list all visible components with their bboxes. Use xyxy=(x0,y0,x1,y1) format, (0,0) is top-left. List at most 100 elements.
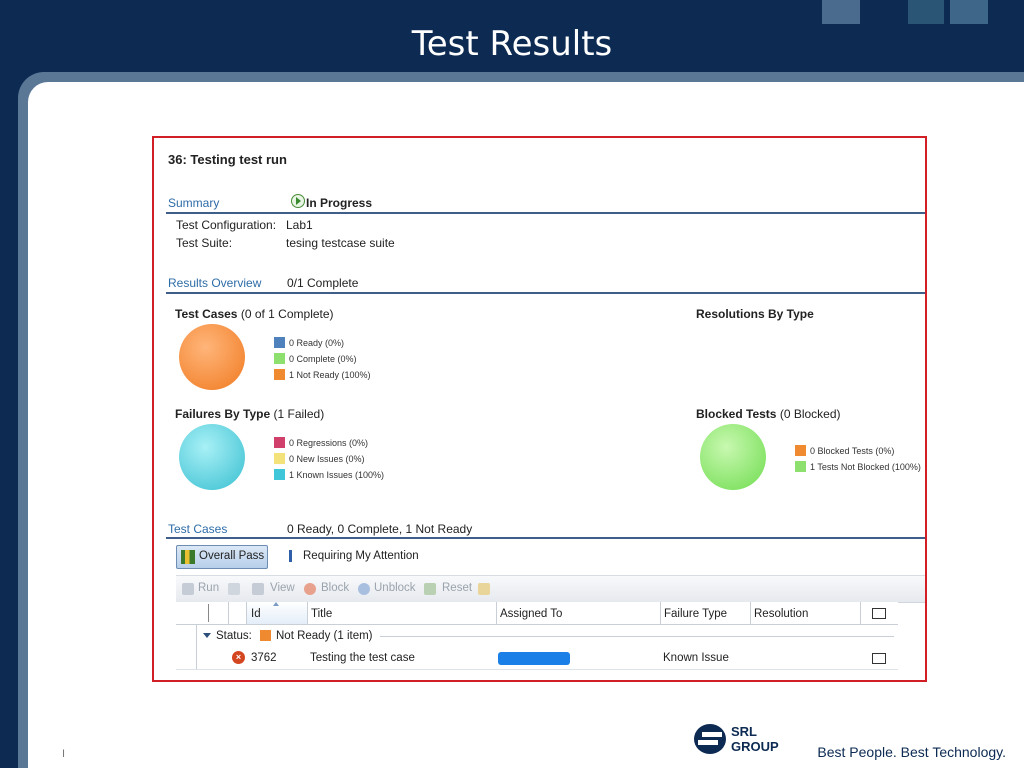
col-divider xyxy=(860,602,861,624)
srl-logo-stripe xyxy=(698,740,718,745)
results-overview-label: Results Overview xyxy=(168,276,262,290)
srl-logo-stripe xyxy=(702,732,722,737)
failures-pie xyxy=(179,424,245,490)
col-divider xyxy=(496,602,497,624)
legend-swatch-complete xyxy=(274,353,285,364)
summary-section-label: Summary xyxy=(168,196,220,210)
col-header-resolution[interactable]: Resolution xyxy=(754,608,808,620)
run-title: 36: Testing test run xyxy=(168,152,287,167)
failures-chart-subtitle: (1 Failed) xyxy=(273,407,325,421)
row-header-divider xyxy=(196,625,197,647)
in-progress-icon xyxy=(291,194,305,208)
config-value: Lab1 xyxy=(286,218,313,232)
group-status-value: Not Ready (1 item) xyxy=(276,630,373,642)
redacted-assignee xyxy=(498,652,570,665)
attention-icon xyxy=(289,550,292,562)
col-divider xyxy=(750,602,751,624)
col-header-assigned-to[interactable]: Assigned To xyxy=(500,608,562,620)
group-status-label: Status: xyxy=(216,630,252,642)
col-header-id[interactable]: Id xyxy=(251,608,261,620)
legend-not-blocked: 1 Tests Not Blocked (100%) xyxy=(810,462,921,472)
column-chooser-icon[interactable] xyxy=(872,608,886,619)
test-run-screenshot: 36: Testing test run Summary In Progress… xyxy=(152,136,927,682)
logo-line2: GROUP xyxy=(731,739,779,754)
test-cases-chart-title: Test Cases xyxy=(175,307,238,321)
grid-header: Id Title Assigned To Failure Type Resolu… xyxy=(176,602,898,625)
overall-pass-icon xyxy=(181,550,195,564)
legend-complete: 0 Complete (0%) xyxy=(289,354,357,364)
not-ready-status-icon xyxy=(260,630,271,641)
requiring-attention-filter[interactable]: Requiring My Attention xyxy=(303,550,419,562)
legend-not-ready: 1 Not Ready (100%) xyxy=(289,370,371,380)
results-overview-divider xyxy=(166,292,925,294)
group-separator-line xyxy=(380,636,894,637)
run-icon xyxy=(182,583,194,595)
legend-known-issues: 1 Known Issues (100%) xyxy=(289,470,385,480)
collapse-group-icon[interactable] xyxy=(203,633,211,638)
suite-label: Test Suite: xyxy=(176,236,233,250)
run-options-icon[interactable] xyxy=(228,583,240,595)
test-cases-section-value: 0 Ready, 0 Complete, 1 Not Ready xyxy=(287,522,473,536)
legend-swatch-known-issues xyxy=(274,469,285,480)
suite-value: tesing testcase suite xyxy=(286,236,395,250)
footer-tagline: Best People. Best Technology. xyxy=(817,744,1006,760)
sort-ascending-icon xyxy=(273,602,279,606)
col-header-failure-type[interactable]: Failure Type xyxy=(664,608,727,620)
status-group-row[interactable]: Status: Not Ready (1 item) xyxy=(176,625,898,647)
folder-icon[interactable] xyxy=(478,583,490,595)
legend-swatch-not-blocked xyxy=(795,461,806,472)
table-row[interactable]: × 3762 Testing the test case Known Issue xyxy=(176,647,898,670)
test-cases-section-label: Test Cases xyxy=(168,522,228,536)
page-mark: I xyxy=(62,748,66,760)
legend-regressions: 0 Regressions (0%) xyxy=(289,438,369,448)
srl-logo-mark xyxy=(694,724,726,754)
unblock-icon xyxy=(358,583,370,595)
test-cases-pie xyxy=(179,324,245,390)
failed-outcome-icon: × xyxy=(232,651,245,664)
test-cases-divider xyxy=(166,537,925,539)
legend-swatch-not-ready xyxy=(274,369,285,380)
row-id: 3762 xyxy=(251,652,277,664)
reset-icon xyxy=(424,583,436,595)
row-detail-icon[interactable] xyxy=(872,653,886,664)
block-button[interactable]: Block xyxy=(321,582,349,594)
grid-handle xyxy=(208,604,209,622)
legend-swatch-blocked xyxy=(795,445,806,456)
col-header-title[interactable]: Title xyxy=(311,608,332,620)
block-icon xyxy=(304,583,316,595)
config-label: Test Configuration: xyxy=(176,218,277,232)
view-icon xyxy=(252,583,264,595)
test-cases-chart-subtitle: (0 of 1 Complete) xyxy=(240,307,334,321)
corner-decoration-3 xyxy=(950,0,988,24)
unblock-button[interactable]: Unblock xyxy=(374,582,416,594)
toolbar: Run View Block Unblock Reset xyxy=(176,575,925,603)
failures-chart-title: Failures By Type xyxy=(175,407,271,421)
slide-title: Test Results xyxy=(411,24,613,64)
logo-line1: SRL xyxy=(731,724,757,739)
row-title: Testing the test case xyxy=(310,652,415,664)
overall-pass-label: Overall Pass xyxy=(199,550,265,562)
row-failure-type: Known Issue xyxy=(663,652,729,664)
row-header-divider xyxy=(196,647,197,669)
reset-button[interactable]: Reset xyxy=(442,582,472,594)
failures-chart-heading: Failures By Type (1 Failed) xyxy=(175,407,324,421)
legend-swatch-ready xyxy=(274,337,285,348)
corner-decoration-1 xyxy=(822,0,860,24)
run-button[interactable]: Run xyxy=(198,582,219,594)
overall-pass-button[interactable]: Overall Pass xyxy=(176,545,268,569)
results-overview-value: 0/1 Complete xyxy=(287,276,359,290)
view-button[interactable]: View xyxy=(270,582,295,594)
col-divider xyxy=(660,602,661,624)
corner-decoration-2 xyxy=(908,0,944,24)
summary-divider xyxy=(166,212,925,214)
srl-group-logo: SRL GROUP xyxy=(694,722,798,762)
legend-blocked: 0 Blocked Tests (0%) xyxy=(810,446,895,456)
col-divider xyxy=(307,602,308,624)
blocked-chart-title: Blocked Tests xyxy=(696,407,777,421)
blocked-pie xyxy=(700,424,766,490)
col-divider xyxy=(228,602,229,624)
test-cases-chart-heading: Test Cases (0 of 1 Complete) xyxy=(175,307,334,321)
legend-swatch-new-issues xyxy=(274,453,285,464)
blocked-chart-subtitle: (0 Blocked) xyxy=(779,407,841,421)
legend-swatch-regressions xyxy=(274,437,285,448)
